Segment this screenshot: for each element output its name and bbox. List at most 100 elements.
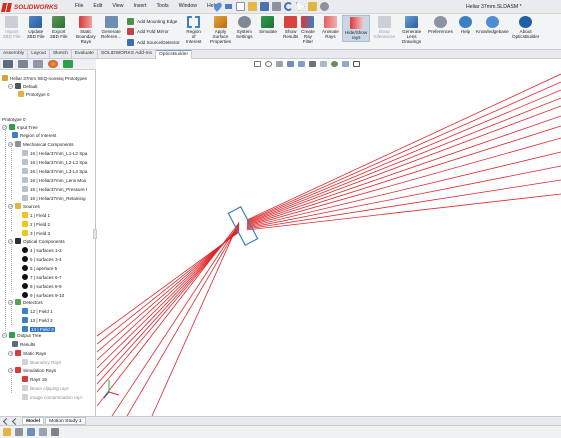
simulate-button[interactable]: Simulate (259, 16, 277, 34)
tree-detector-item[interactable]: 12 | Field 1 (22, 307, 53, 315)
status-lock-icon[interactable] (15, 428, 23, 436)
tree-output-tree[interactable]: − Output Tree (2, 331, 41, 339)
tree-optical-item[interactable]: 7 | surfaces 6-7 (22, 273, 62, 281)
export-2bd-button[interactable]: Export 2BD File (50, 16, 68, 39)
tree-beam-clipping-rays[interactable]: Beam clipping rays (22, 384, 69, 392)
about-opticsbuilder-button[interactable]: About OpticsBuilder (512, 16, 539, 39)
generate-lens-drawings-button[interactable]: Generate Lens Drawings (402, 16, 421, 45)
tree-mech-item[interactable]: 16 | Heliar37mm_Retaining (22, 194, 86, 202)
tab-assembly[interactable]: Assembly (0, 50, 29, 59)
zoom-area-icon[interactable] (265, 60, 272, 67)
tree-region-of-interest[interactable]: Region of Interest (12, 131, 56, 139)
section-view-icon[interactable] (287, 60, 294, 67)
expand-toggle-icon[interactable]: − (2, 332, 7, 338)
save-icon[interactable] (260, 2, 269, 11)
tree-optical-item[interactable]: 4 | surfaces 1-2 (22, 246, 62, 254)
open-icon[interactable] (248, 2, 257, 11)
hide-show-items-icon[interactable] (320, 60, 327, 67)
tree-optical-item[interactable]: 8 | surfaces 8-9 (22, 282, 62, 290)
show-tolerances-button[interactable]: Show Tolerances (373, 16, 395, 39)
static-boundary-rays-button[interactable]: Static Boundary Rays (76, 16, 96, 45)
tree-detector-item[interactable]: 13 | Field 2 (22, 316, 53, 324)
system-settings-button[interactable]: System Settings (236, 16, 253, 39)
options-icon[interactable] (320, 2, 329, 11)
select-icon[interactable] (296, 2, 305, 11)
tree-sources[interactable]: − Sources (8, 202, 40, 210)
tree-mechanical-components[interactable]: − Mechanical Components (8, 140, 74, 148)
create-ray-filter-button[interactable]: Create Ray Filter (301, 16, 315, 45)
import-2bd-button[interactable]: Import 2BD File (3, 16, 21, 39)
tree-results[interactable]: Results (12, 340, 35, 348)
status-mate-icon[interactable] (27, 428, 35, 436)
tree-rays-19[interactable]: Rays 19 (22, 375, 47, 383)
tab-sketch[interactable]: Sketch (50, 50, 72, 59)
prev-tab-nav-icon[interactable] (11, 417, 20, 425)
view-orientation-icon[interactable] (298, 60, 305, 67)
configuration-icon[interactable] (33, 60, 43, 68)
property-manager-icon[interactable] (18, 60, 28, 68)
tree-image-contamination-rays[interactable]: Image contamination rays (22, 393, 83, 401)
hide-show-rays-button[interactable]: Hide/Show rays (342, 15, 371, 43)
tree-detectors[interactable]: − Detectors (8, 298, 43, 306)
menu-window[interactable]: Window (179, 3, 197, 9)
tree-static-rays[interactable]: − Static Rays (8, 349, 46, 357)
opticsbuilder-panel-icon[interactable] (63, 60, 73, 68)
add-source-detector-button[interactable]: Add Source/Detector (127, 39, 180, 46)
menu-file[interactable]: File (75, 3, 83, 9)
print-icon[interactable] (272, 2, 281, 11)
tree-root[interactable]: Heliar 37mm SEQ-nonseq Prototypes (2, 74, 87, 82)
pin-icon[interactable] (212, 1, 224, 12)
tree-input-tree[interactable]: − Input Tree (2, 123, 38, 131)
undo-icon[interactable] (284, 2, 293, 11)
tab-model[interactable]: Model (22, 417, 45, 425)
expand-toggle-icon[interactable]: − (8, 83, 13, 89)
tab-solidworks-addins[interactable]: SOLIDWORKS Add-Ins (98, 50, 156, 59)
first-tab-nav-icon[interactable] (2, 417, 11, 425)
tree-source-item[interactable]: 2 | Field 2 (22, 220, 50, 228)
appearance-icon[interactable] (331, 60, 338, 67)
tree-prototype[interactable]: Prototype 0 (2, 115, 26, 123)
animate-rays-button[interactable]: Animate Rays (322, 16, 339, 39)
menu-edit[interactable]: Edit (93, 3, 102, 9)
menu-tools[interactable]: Tools (156, 3, 168, 9)
tree-default[interactable]: − Default (8, 82, 38, 90)
help-button[interactable]: Help (459, 16, 472, 34)
new-icon[interactable] (236, 2, 245, 11)
show-results-button[interactable]: Show Results (283, 16, 298, 39)
add-fold-mirror-button[interactable]: Add Fold Mirror (127, 28, 169, 35)
tab-opticsbuilder[interactable]: OpticsBuilder (156, 50, 193, 59)
tree-mech-item[interactable]: 16 | Heliar37mm_L1-L2 Spa (22, 149, 87, 157)
tree-optical-components[interactable]: − Optical Components (8, 237, 65, 245)
tree-prototype-top[interactable]: Prototype 0 (18, 90, 50, 98)
tree-source-item[interactable]: 3 | Field 3 (22, 229, 50, 237)
tree-mech-item[interactable]: 16 | Heliar37mm_Lens Mou (22, 176, 86, 184)
rebuild-icon[interactable] (308, 2, 317, 11)
tree-optical-item[interactable]: 6 | aperture 5 (22, 264, 57, 272)
zoom-fit-icon[interactable] (254, 60, 261, 67)
tree-mech-item[interactable]: 15 | Heliar37mm_Pressure I (22, 185, 87, 193)
tree-boundary-rays[interactable]: Boundary Rays (22, 358, 61, 366)
scene-icon[interactable] (342, 60, 349, 67)
menu-insert[interactable]: Insert (133, 3, 146, 9)
knowledgebase-button[interactable]: Knowledgebase (476, 16, 509, 34)
feature-tree-icon[interactable] (3, 60, 13, 68)
status-rebuild-icon[interactable] (3, 428, 11, 436)
tab-evaluate[interactable]: Evaluate (72, 50, 98, 59)
preferences-button[interactable]: Preferences (428, 16, 453, 34)
display-monitor-icon[interactable] (353, 60, 360, 67)
menu-view[interactable]: View (112, 3, 123, 9)
region-of-interest-button[interactable]: Region of Interest (186, 16, 201, 45)
dimxpert-icon[interactable] (48, 60, 58, 68)
tree-simulation-rays[interactable]: − Simulation Rays (8, 366, 56, 374)
status-options-icon[interactable] (51, 428, 59, 436)
add-mounting-edge-button[interactable]: Add Mounting Edge (127, 18, 177, 25)
update-2bd-button[interactable]: Update 2BD File (27, 16, 45, 39)
tree-optical-item[interactable]: 5 | surfaces 3-4 (22, 255, 62, 263)
solidworks-logo[interactable]: SOLIDWORKS (2, 2, 58, 12)
generate-reference-button[interactable]: Generate Referen... (101, 16, 121, 39)
previous-view-icon[interactable] (276, 60, 283, 67)
display-style-icon[interactable] (309, 60, 316, 67)
tree-source-item[interactable]: 1 | Field 1 (22, 211, 50, 219)
status-view-icon[interactable] (39, 428, 47, 436)
apply-surface-properties-button[interactable]: Apply Surface Properties (210, 16, 231, 45)
